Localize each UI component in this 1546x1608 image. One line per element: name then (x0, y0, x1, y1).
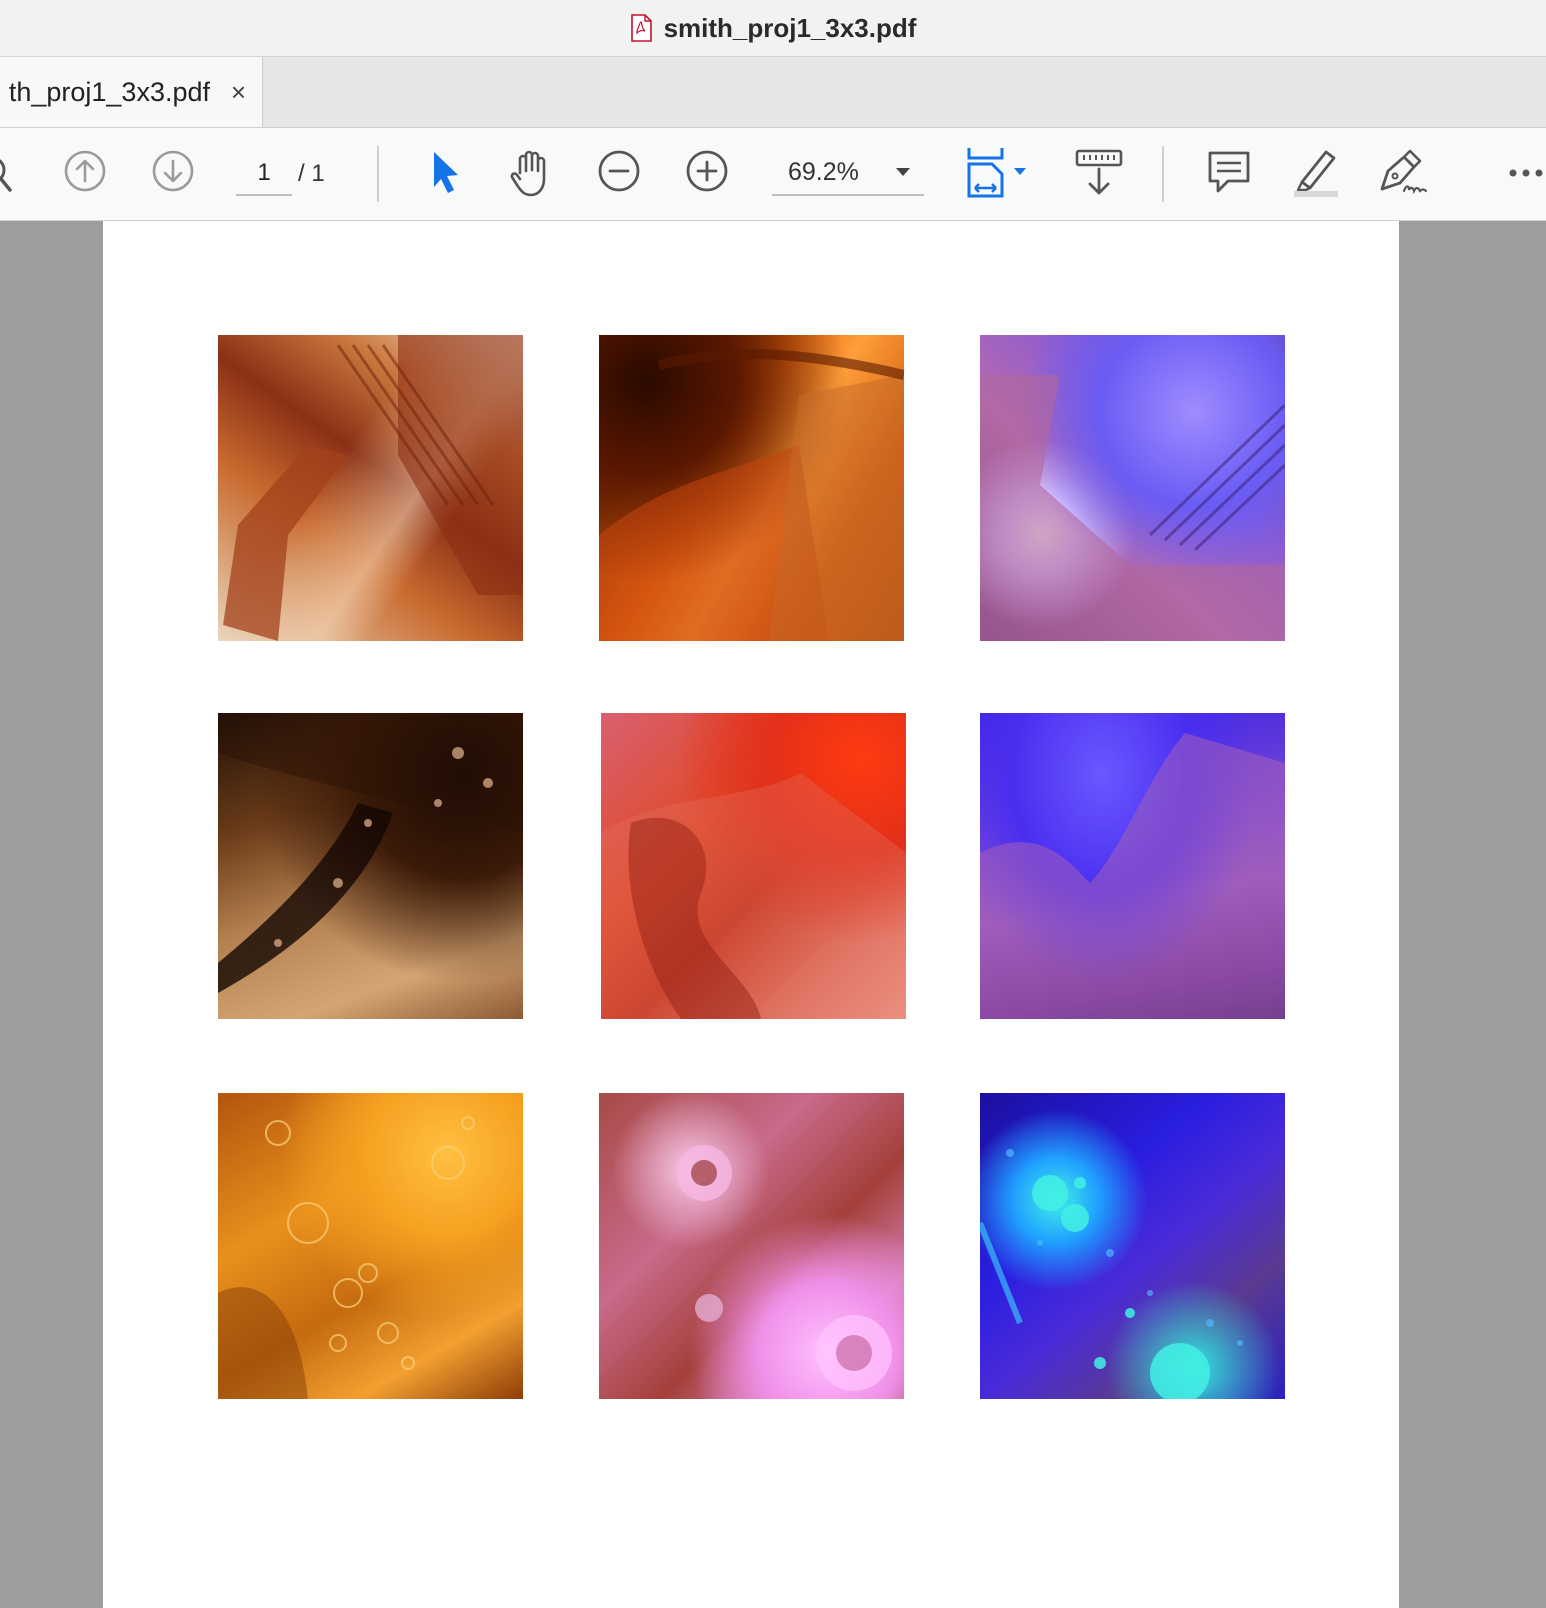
image-thumbnail (980, 713, 1285, 1019)
next-page-button[interactable] (150, 148, 196, 194)
tab-label: th_proj1_3x3.pdf (8, 76, 210, 107)
more-icon (1509, 169, 1543, 177)
minus-circle-icon (598, 150, 640, 192)
scroll-mode-icon (1075, 149, 1123, 195)
signature-pen-icon (1380, 149, 1428, 195)
tab-close-button[interactable]: × (231, 77, 246, 108)
document-tab[interactable]: th_proj1_3x3.pdf × (0, 57, 263, 127)
plus-circle-icon (686, 150, 728, 192)
page-total: / 1 (298, 160, 325, 187)
hand-icon (510, 150, 546, 197)
chevron-down-icon (896, 168, 910, 176)
comment-button[interactable] (1206, 148, 1252, 196)
previous-page-button[interactable] (62, 148, 108, 194)
page-number-input[interactable] (236, 152, 292, 196)
zoom-value: 69.2% (788, 158, 859, 186)
scroll-mode-button[interactable] (1074, 146, 1124, 200)
title-bar: smith_proj1_3x3.pdf (0, 0, 1546, 57)
toolbar: / 1 69.2% (0, 128, 1546, 221)
search-icon (0, 159, 12, 192)
highlighter-icon (1294, 150, 1338, 197)
more-button[interactable] (1508, 158, 1546, 188)
image-thumbnail (599, 1093, 904, 1399)
zoom-out-button[interactable] (596, 148, 642, 194)
image-thumbnail (218, 1093, 523, 1399)
document-viewport[interactable] (0, 221, 1546, 1608)
pdf-page (103, 221, 1399, 1608)
window-title: smith_proj1_3x3.pdf (663, 12, 917, 43)
toolbar-divider (377, 146, 379, 202)
zoom-in-button[interactable] (684, 148, 730, 194)
image-thumbnail (980, 335, 1285, 641)
image-thumbnail (601, 713, 906, 1019)
toolbar-divider (1162, 146, 1164, 202)
find-button[interactable] (0, 150, 26, 198)
zoom-dropdown[interactable]: 69.2% (772, 152, 924, 196)
image-thumbnail (218, 335, 523, 641)
highlight-button[interactable] (1290, 144, 1342, 198)
arrow-down-circle-icon (152, 150, 194, 192)
image-thumbnail (218, 713, 523, 1019)
sign-button[interactable] (1376, 144, 1432, 200)
hand-tool-button[interactable] (506, 146, 558, 200)
pointer-arrow-icon (434, 152, 458, 193)
fit-page-icon (967, 148, 1026, 198)
fit-page-button[interactable] (966, 144, 1036, 200)
pdf-file-icon (630, 14, 652, 42)
image-thumbnail (980, 1093, 1285, 1399)
select-tool-button[interactable] (426, 148, 466, 196)
tab-bar: th_proj1_3x3.pdf × (0, 57, 1546, 128)
comment-icon (1208, 151, 1250, 193)
image-thumbnail (599, 335, 904, 641)
arrow-up-circle-icon (64, 150, 106, 192)
